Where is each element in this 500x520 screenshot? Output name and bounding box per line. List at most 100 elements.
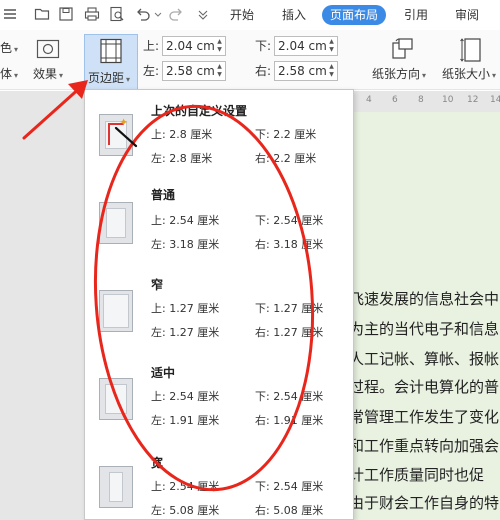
right-margin-label: 右: <box>255 64 272 78</box>
preset-left: 左: 5.08 厘米 <box>151 504 220 517</box>
preset-right: 右: 1.91 厘米 <box>255 414 324 427</box>
save-icon[interactable] <box>58 6 74 22</box>
preset-title: 普通 <box>151 188 176 202</box>
orientation-label: 纸张方向 <box>372 67 421 81</box>
document-text-line: 常管理工作发生了变化 <box>349 408 500 426</box>
spinner-arrows-icon[interactable]: ▲ ▼ <box>327 63 336 79</box>
bottom-margin-label: 下: <box>255 39 272 53</box>
orientation-icon <box>390 37 414 61</box>
top-margin-value: 2.04 cm <box>166 39 215 53</box>
document-text-line: 和工作重点转向加强会 <box>349 437 500 455</box>
ruler-tick: 8 <box>418 95 424 105</box>
effects-label: 效果 <box>33 67 58 81</box>
preset-right: 右: 1.27 厘米 <box>255 326 324 339</box>
preset-top: 上: 2.54 厘米 <box>151 390 220 403</box>
spinner-arrows-icon[interactable]: ▲ ▼ <box>215 63 224 79</box>
quick-access-toolbar: 开始 插入 页面布局 引用 审阅 <box>0 0 500 30</box>
document-text-line: 人工记帐、算帐、报帐 <box>349 350 500 368</box>
ruler-tick: 10 <box>442 95 454 105</box>
redo-icon[interactable] <box>168 6 184 22</box>
bottom-margin-input[interactable]: 2.04 cm ▲ ▼ <box>274 36 338 56</box>
preset-title: 适中 <box>151 366 176 380</box>
preset-title: 上次的自定义设置 <box>151 104 248 118</box>
effects-icon <box>36 39 60 59</box>
preset-left: 左: 2.8 厘米 <box>151 152 213 165</box>
preset-right: 右: 2.2 厘米 <box>255 152 317 165</box>
tab-references[interactable]: 引用 <box>404 7 428 23</box>
document-page[interactable] <box>345 112 500 520</box>
top-margin-input[interactable]: 2.04 cm ▲ ▼ <box>162 36 226 56</box>
spinner-arrows-icon[interactable]: ▲ ▼ <box>215 38 224 54</box>
chevron-down-icon: ▾ <box>126 75 131 84</box>
left-margin-value: 2.58 cm <box>166 64 215 78</box>
ruler-tick: 4 <box>366 95 372 105</box>
document-text-line: 过程。会计电算化的普 <box>349 378 500 396</box>
preset-right: 右: 3.18 厘米 <box>255 238 324 251</box>
preset-narrow[interactable]: 窄 上: 1.27 厘米 下: 1.27 厘米 左: 1.27 厘米 右: 1.… <box>85 270 353 350</box>
print-icon[interactable] <box>84 6 100 22</box>
theme-fonts-button[interactable]: 体 ▾ <box>0 66 18 84</box>
preset-left: 左: 3.18 厘米 <box>151 238 220 251</box>
paper-size-button[interactable]: 纸张大小 ▾ <box>442 66 496 84</box>
left-margin-label: 左: <box>143 64 160 78</box>
bottom-margin-value: 2.04 cm <box>278 39 327 53</box>
preset-top: 上: 1.27 厘米 <box>151 302 220 315</box>
margins-icon <box>99 38 123 64</box>
page-margin-preview-icon <box>99 378 133 420</box>
tab-home[interactable]: 开始 <box>230 7 254 23</box>
preset-normal[interactable]: 普通 上: 2.54 厘米 下: 2.54 厘米 左: 3.18 厘米 右: 3… <box>85 182 353 262</box>
undo-dropdown-icon[interactable] <box>150 6 162 22</box>
margins-label-wrap: 页边距 ▾ <box>88 70 130 88</box>
margins-button[interactable]: 页边距 ▾ <box>84 34 138 90</box>
preset-left: 左: 1.91 厘米 <box>151 414 220 427</box>
preset-top: 上: 2.8 厘米 <box>151 128 213 141</box>
preset-bottom: 下: 2.54 厘米 <box>255 390 324 403</box>
ribbon: 色 ▾ 体 ▾ 效果 ▾ 页边距 ▾ 上: 2.04 cm ▲ ▼ 左: 2.58 cm … <box>0 30 500 90</box>
preset-moderate[interactable]: 适中 上: 2.54 厘米 下: 2.54 厘米 左: 1.91 厘米 右: 1… <box>85 358 353 438</box>
right-margin-input[interactable]: 2.58 cm ▲ ▼ <box>274 61 338 81</box>
left-margin-input[interactable]: 2.58 cm ▲ ▼ <box>162 61 226 81</box>
orientation-button[interactable]: 纸张方向 ▾ <box>372 66 426 84</box>
chevron-down-icon: ▾ <box>422 71 427 80</box>
ruler-tick: 6 <box>392 95 398 105</box>
preset-wide[interactable]: 宽 上: 2.54 厘米 下: 2.54 厘米 左: 5.08 厘米 右: 5.… <box>85 446 353 520</box>
page-margin-preview-icon <box>99 202 133 244</box>
preset-last-custom[interactable]: ✦ 上次的自定义设置 上: 2.8 厘米 下: 2.2 厘米 左: 2.8 厘米… <box>85 94 353 174</box>
document-text-line: 计工作质量同时也促 <box>349 466 485 484</box>
chevron-down-icon: ▾ <box>59 71 64 80</box>
preset-bottom: 下: 2.54 厘米 <box>255 214 324 227</box>
preset-right: 右: 5.08 厘米 <box>255 504 324 517</box>
paper-size-label: 纸张大小 <box>442 67 491 81</box>
tab-insert[interactable]: 插入 <box>282 7 306 23</box>
margins-label: 页边距 <box>88 71 125 85</box>
chevron-down-icon: ▾ <box>14 71 19 80</box>
customize-toolbar-icon[interactable] <box>195 6 211 22</box>
preset-top: 上: 2.54 厘米 <box>151 214 220 227</box>
top-margin-label: 上: <box>143 39 160 53</box>
chevron-down-icon: ▾ <box>14 45 19 54</box>
ruler-tick: 12 <box>467 95 479 105</box>
spinner-arrows-icon[interactable]: ▲ ▼ <box>327 38 336 54</box>
preset-bottom: 下: 2.2 厘米 <box>255 128 317 141</box>
page-margin-preview-icon <box>99 290 133 332</box>
print-preview-icon[interactable] <box>109 6 125 22</box>
effects-button[interactable]: 效果 ▾ <box>33 66 63 84</box>
undo-icon[interactable] <box>135 6 151 22</box>
chevron-down-icon: ▾ <box>492 71 497 80</box>
preset-title: 宽 <box>151 456 164 470</box>
sparkle-icon: ✦ <box>119 116 129 129</box>
preset-left: 左: 1.27 厘米 <box>151 326 220 339</box>
preset-bottom: 下: 2.54 厘米 <box>255 480 324 493</box>
paper-size-icon <box>460 37 482 63</box>
preset-bottom: 下: 1.27 厘米 <box>255 302 324 315</box>
tab-review[interactable]: 审阅 <box>455 7 479 23</box>
tab-page-layout[interactable]: 页面布局 <box>322 5 387 25</box>
ruler-tick: 14 <box>490 95 500 105</box>
menu-icon[interactable] <box>2 6 18 22</box>
document-text-line: 飞速发展的信息社会中 <box>349 290 500 308</box>
page-margin-preview-icon <box>99 466 133 508</box>
theme-colors-button[interactable]: 色 ▾ <box>0 40 18 58</box>
theme-fonts-label: 体 <box>0 67 13 81</box>
document-text-line: 为主的当代电子和信息 <box>349 320 500 338</box>
open-folder-icon[interactable] <box>34 6 50 22</box>
